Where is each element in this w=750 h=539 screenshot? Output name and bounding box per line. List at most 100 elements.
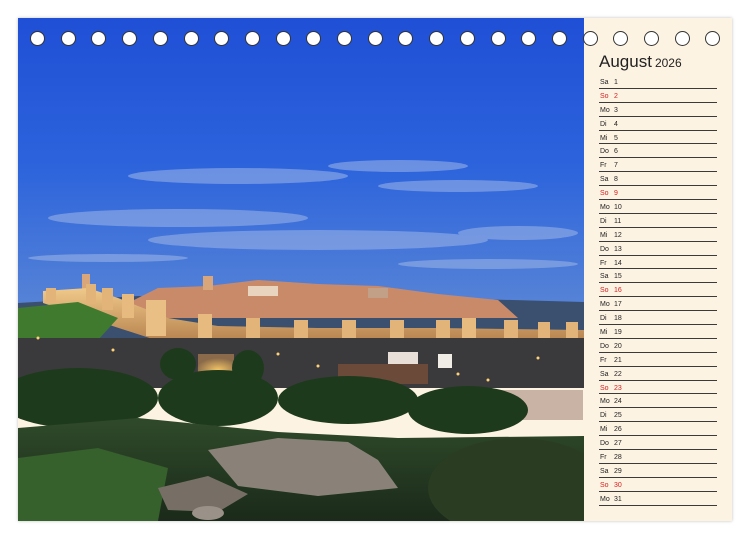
binding-ring bbox=[398, 31, 414, 46]
day-row: Do 13 bbox=[599, 242, 717, 256]
month-name: August bbox=[599, 52, 652, 71]
day-number: 9 bbox=[614, 190, 618, 198]
day-number: 10 bbox=[614, 204, 622, 212]
day-row: Do 27 bbox=[599, 436, 717, 451]
weekday-label: Fr bbox=[600, 259, 607, 267]
day-row: Mo 31 bbox=[599, 492, 717, 506]
day-row: So 9 bbox=[599, 186, 717, 201]
day-number: 8 bbox=[614, 176, 618, 184]
weekday-label: Do bbox=[600, 245, 609, 253]
day-row: Sa 29 bbox=[599, 464, 717, 478]
day-row: Di 11 bbox=[599, 214, 717, 228]
weekday-label: Do bbox=[600, 148, 609, 156]
weekday-label: Fr bbox=[600, 162, 607, 170]
day-number: 15 bbox=[614, 273, 622, 281]
weekday-label: Fr bbox=[600, 356, 607, 364]
weekday-label: Mo bbox=[600, 398, 610, 406]
month-title: August 2026 bbox=[599, 52, 682, 72]
weekday-label: Sa bbox=[600, 370, 609, 378]
weekday-label: Sa bbox=[600, 176, 609, 184]
binding-ring bbox=[367, 31, 383, 46]
day-number: 31 bbox=[614, 495, 622, 503]
weekday-label: Sa bbox=[600, 467, 609, 475]
weekday-label: Mo bbox=[600, 106, 610, 114]
day-row: Mi 26 bbox=[599, 422, 717, 437]
day-row: Mo 3 bbox=[599, 103, 717, 117]
day-row: Mi 19 bbox=[599, 325, 717, 339]
day-row: Do 6 bbox=[599, 144, 717, 159]
weekday-label: Do bbox=[600, 440, 609, 448]
weekday-label: Di bbox=[600, 217, 607, 225]
day-number: 2 bbox=[614, 92, 618, 100]
weekday-label: Di bbox=[600, 315, 607, 323]
day-number: 12 bbox=[614, 231, 622, 239]
day-number: 5 bbox=[614, 134, 618, 142]
weekday-label: Sa bbox=[600, 273, 609, 281]
weekday-label: Mo bbox=[600, 495, 610, 503]
weekday-label: Mi bbox=[600, 426, 608, 434]
binding-ring bbox=[429, 31, 445, 46]
weekday-label: Mi bbox=[600, 134, 608, 142]
day-row: Di 18 bbox=[599, 311, 717, 326]
weekday-label: Di bbox=[600, 412, 607, 420]
binding-ring bbox=[490, 31, 506, 46]
day-row: So 30 bbox=[599, 478, 717, 492]
day-row: Fr 14 bbox=[599, 256, 717, 270]
weekday-label: Do bbox=[600, 342, 609, 350]
day-number: 24 bbox=[614, 398, 622, 406]
binding-ring bbox=[122, 31, 138, 46]
weekday-label: Fr bbox=[600, 454, 607, 462]
day-number: 28 bbox=[614, 454, 622, 462]
day-row: Mo 10 bbox=[599, 200, 717, 214]
day-number: 26 bbox=[614, 426, 622, 434]
weekday-label: Mo bbox=[600, 301, 610, 309]
day-number: 20 bbox=[614, 342, 622, 350]
day-row: So 23 bbox=[599, 381, 717, 395]
weekday-label: So bbox=[600, 384, 609, 392]
weekday-label: Mi bbox=[600, 329, 608, 337]
day-number: 1 bbox=[614, 79, 618, 86]
binding-ring bbox=[30, 31, 45, 46]
day-number: 3 bbox=[614, 106, 618, 114]
day-number: 6 bbox=[614, 148, 618, 156]
day-number: 16 bbox=[614, 287, 622, 295]
day-number: 27 bbox=[614, 440, 622, 448]
day-row: Sa 22 bbox=[599, 367, 717, 381]
binding-ring bbox=[183, 31, 199, 46]
day-number: 29 bbox=[614, 467, 622, 475]
day-row: Sa 15 bbox=[599, 269, 717, 284]
binding-ring bbox=[551, 31, 567, 46]
weekday-label: So bbox=[600, 190, 609, 198]
binding-ring bbox=[214, 31, 230, 46]
binding-ring bbox=[275, 31, 291, 46]
day-row: So 2 bbox=[599, 89, 717, 103]
binding-ring bbox=[244, 31, 260, 46]
day-number: 11 bbox=[614, 217, 622, 225]
day-row: So 16 bbox=[599, 283, 717, 298]
binding-ring bbox=[521, 31, 537, 46]
day-number: 30 bbox=[614, 481, 622, 489]
day-number: 7 bbox=[614, 162, 618, 170]
day-row: Fr 28 bbox=[599, 450, 717, 464]
day-row: Sa 8 bbox=[599, 172, 717, 187]
day-number: 4 bbox=[614, 120, 618, 128]
binding-ring bbox=[91, 31, 107, 46]
year-label: 2026 bbox=[654, 56, 682, 70]
day-number: 21 bbox=[614, 356, 622, 364]
day-row: Mi 12 bbox=[599, 228, 717, 242]
day-number: 22 bbox=[614, 370, 622, 378]
city-walls-night-photo bbox=[18, 18, 584, 521]
binding-ring bbox=[337, 31, 352, 46]
weekday-label: So bbox=[600, 287, 609, 295]
weekday-label: So bbox=[600, 92, 609, 100]
day-row: Mi 5 bbox=[599, 131, 717, 145]
day-number: 19 bbox=[614, 329, 622, 337]
day-row: Sa 1 bbox=[599, 75, 717, 89]
day-row: Di 25 bbox=[599, 408, 717, 423]
day-number: 13 bbox=[614, 245, 622, 253]
day-row: Di 4 bbox=[599, 117, 717, 131]
day-row: Fr 21 bbox=[599, 353, 717, 367]
weekday-label: Mi bbox=[600, 231, 608, 239]
day-number: 23 bbox=[614, 384, 622, 392]
day-number: 17 bbox=[614, 301, 622, 309]
